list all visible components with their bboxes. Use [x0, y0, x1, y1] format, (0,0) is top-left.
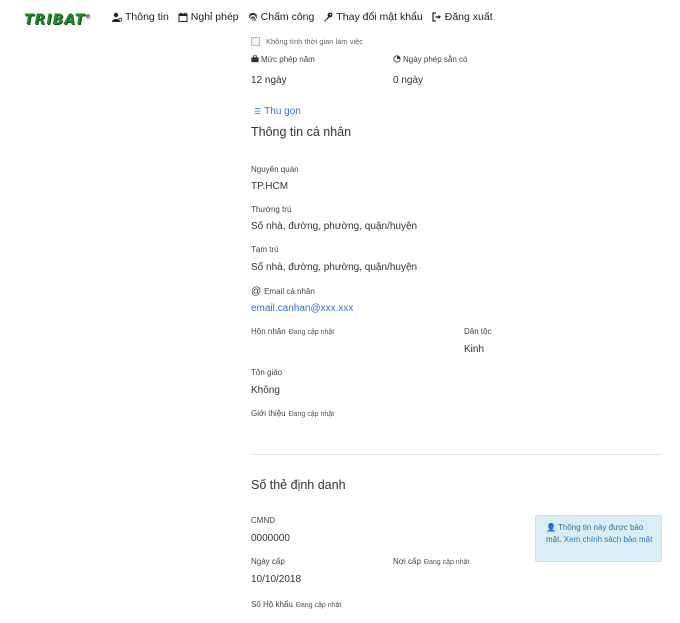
personal-email-value[interactable]: email.canhan@xxx.xxx — [251, 303, 353, 314]
briefcase-icon — [251, 55, 259, 63]
tribat-logo[interactable]: TRIBAT® — [24, 12, 92, 28]
exclude-work-time-option[interactable]: Không tính thời gian làm việc — [251, 37, 364, 47]
nav-item-dang-xuat[interactable]: Đăng xuất — [432, 11, 493, 23]
annual-leave-label-text: Mức phép năm — [261, 55, 315, 64]
intro-label-text: Giới thiệu — [251, 409, 286, 418]
user-cog-icon — [112, 12, 122, 22]
at-sign-icon: @ — [251, 286, 262, 297]
marriage-label-text: Hôn nhân — [251, 327, 286, 336]
cmnd-label: CMND — [251, 516, 275, 525]
household-value: Đang cập nhật — [295, 602, 342, 609]
nav-label: Nghỉ phép — [190, 11, 239, 23]
intro-label: Giới thiệu Đang cập nhật — [251, 409, 334, 418]
calendar-icon — [178, 12, 188, 22]
issue-place-label-text: Nơi cấp — [393, 557, 421, 566]
ethnicity-value: Kinh — [464, 344, 485, 355]
list-icon: ☰ — [254, 107, 262, 116]
nav-label: Chấm công — [260, 11, 315, 23]
privacy-notice: 👤 Thông tin này được bảo mật. Xem chính s… — [535, 515, 662, 562]
collapse-label: Thu gọn — [264, 106, 301, 117]
nav-item-nghi-phep[interactable]: Nghỉ phép — [178, 11, 239, 23]
sign-out-icon — [432, 12, 441, 22]
household-label: Số Hộ khẩu Đang cập nhật — [251, 600, 341, 609]
personal-email-label-text: Email cá nhân — [264, 287, 315, 296]
cmnd-value: 0000000 — [251, 533, 290, 544]
issue-date-value: 10/10/2018 — [251, 574, 302, 585]
available-leave-label-text: Ngày phép sẵn có — [403, 55, 468, 64]
identity-title: Số thẻ định danh — [251, 478, 346, 492]
pie-clock-icon — [393, 55, 401, 63]
origin-value: TP.HCM — [251, 181, 289, 192]
nav-item-cham-cong[interactable]: Chấm công — [248, 11, 315, 23]
checkbox-label: Không tính thời gian làm việc — [266, 37, 364, 46]
annual-leave-label: Mức phép năm — [251, 55, 315, 64]
permanent-address-value: Số nhà, đường, phường, quận/huyện — [251, 221, 418, 232]
nav-item-thong-tin[interactable]: Thông tin — [112, 11, 169, 23]
marriage-value: Đang cập nhật — [288, 329, 335, 336]
section-divider — [251, 454, 662, 455]
ethnicity-label: Dân tộc — [464, 327, 492, 336]
exclude-work-time-checkbox[interactable] — [251, 37, 260, 47]
issue-place-label: Nơi cấp Đang cập nhật — [393, 557, 469, 566]
logo-registered-mark: ® — [85, 13, 93, 21]
nav-label: Đăng xuất — [444, 11, 493, 23]
permanent-address-label: Thường trú — [251, 205, 292, 214]
logo-text: TRIBAT — [24, 12, 86, 28]
personal-email-label: @ Email cá nhân — [251, 286, 315, 297]
issue-date-label: Ngày cấp — [251, 557, 285, 566]
available-leave-value: 0 ngày — [393, 75, 424, 86]
annual-leave-value: 12 ngày — [251, 75, 287, 86]
available-leave-label: Ngày phép sẵn có — [393, 55, 468, 64]
issue-place-value: Đang cập nhật — [423, 559, 470, 566]
privacy-policy-link[interactable]: Xem chính sách bảo mật — [564, 535, 653, 544]
nav-item-thay-doi-mat-khau[interactable]: Thay đổi mật khẩu — [323, 11, 423, 23]
nav-label: Thông tin — [125, 11, 169, 23]
key-icon — [324, 12, 333, 22]
personal-info-title: Thông tin cá nhân — [251, 125, 352, 139]
intro-value: Đang cập nhật — [288, 411, 335, 418]
temporary-address-value: Số nhà, đường, phường, quận/huyện — [251, 262, 418, 273]
collapse-link[interactable]: ☰ Thu gọn — [254, 106, 301, 117]
temporary-address-label: Tạm trú — [251, 245, 279, 254]
nav-label: Thay đổi mật khẩu — [336, 11, 423, 23]
household-label-text: Số Hộ khẩu — [251, 600, 293, 609]
fingerprint-icon — [248, 13, 258, 21]
religion-label: Tôn giáo — [251, 368, 283, 377]
religion-value: Không — [251, 385, 280, 396]
origin-label: Nguyên quán — [251, 165, 299, 174]
user-icon: 👤 — [546, 523, 556, 532]
top-navbar: TRIBAT® Thông tin Nghỉ phép Chấm công Th… — [0, 0, 680, 36]
marriage-label: Hôn nhân Đang cập nhật — [251, 327, 334, 336]
main-nav: Thông tin Nghỉ phép Chấm công Thay đổi m… — [112, 11, 493, 23]
